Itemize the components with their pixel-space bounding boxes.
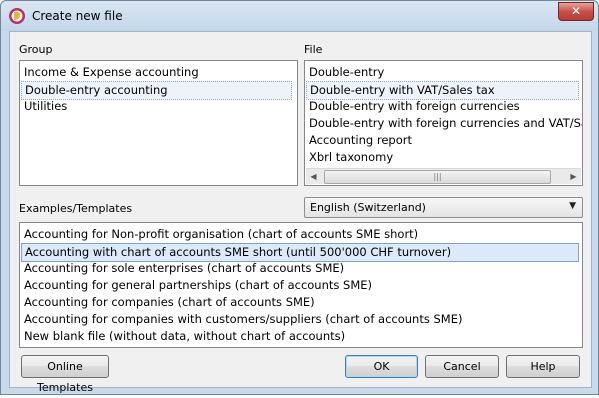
ok-button[interactable]: OK	[345, 355, 418, 378]
template-item[interactable]: Accounting for companies with customers/…	[21, 311, 579, 328]
dialog-body: Group Income & Expense accounting Double…	[9, 31, 592, 394]
scroll-right-arrow-icon[interactable]: ▶	[566, 169, 581, 184]
group-item[interactable]: Utilities	[21, 98, 292, 115]
template-item[interactable]: New blank file (without data, without ch…	[21, 328, 579, 345]
create-new-file-dialog: Create new file ✕ Group Income & Expense…	[0, 0, 599, 395]
scrollbar-thumb[interactable]: |||	[324, 170, 551, 184]
file-item[interactable]: Double-entry with foreign currencies	[306, 98, 579, 115]
title-bar[interactable]: Create new file ✕	[1, 1, 598, 31]
file-label: File	[304, 43, 323, 56]
window-title: Create new file	[32, 9, 123, 23]
chevron-down-icon: ▼	[569, 201, 576, 211]
file-item[interactable]: Double-entry with foreign currencies and…	[306, 115, 582, 132]
scroll-left-arrow-icon[interactable]: ◀	[306, 169, 321, 184]
file-item[interactable]: Accounting report	[306, 132, 579, 149]
file-item[interactable]: Double-entry	[306, 64, 579, 81]
templates-label: Examples/Templates	[19, 202, 133, 215]
template-item[interactable]: Accounting for general partnerships (cha…	[21, 277, 579, 294]
template-item[interactable]: Accounting for companies (chart of accou…	[21, 294, 579, 311]
group-item[interactable]: Income & Expense accounting	[21, 64, 292, 81]
close-button[interactable]: ✕	[558, 2, 594, 21]
group-label: Group	[19, 43, 53, 56]
templates-listbox[interactable]: Accounting for Non-profit organisation (…	[19, 222, 583, 348]
cancel-button[interactable]: Cancel	[425, 355, 499, 378]
template-item[interactable]: Accounting for Non-profit organisation (…	[21, 226, 579, 243]
language-value: English (Switzerland)	[310, 201, 426, 214]
language-dropdown[interactable]: English (Switzerland) ▼	[304, 197, 583, 218]
online-templates-button[interactable]: Online Templates	[21, 355, 109, 394]
template-item[interactable]: Accounting for sole enterprises (chart o…	[21, 260, 579, 277]
file-listbox[interactable]: Double-entry Double-entry with VAT/Sales…	[304, 60, 583, 186]
app-logo-icon	[9, 8, 25, 24]
file-item[interactable]: Xbrl taxonomy	[306, 149, 579, 166]
close-icon: ✕	[570, 4, 582, 18]
group-listbox[interactable]: Income & Expense accounting Double-entry…	[19, 60, 298, 186]
help-button[interactable]: Help	[506, 355, 580, 378]
file-horizontal-scrollbar[interactable]: ◀ ||| ▶	[306, 168, 581, 184]
